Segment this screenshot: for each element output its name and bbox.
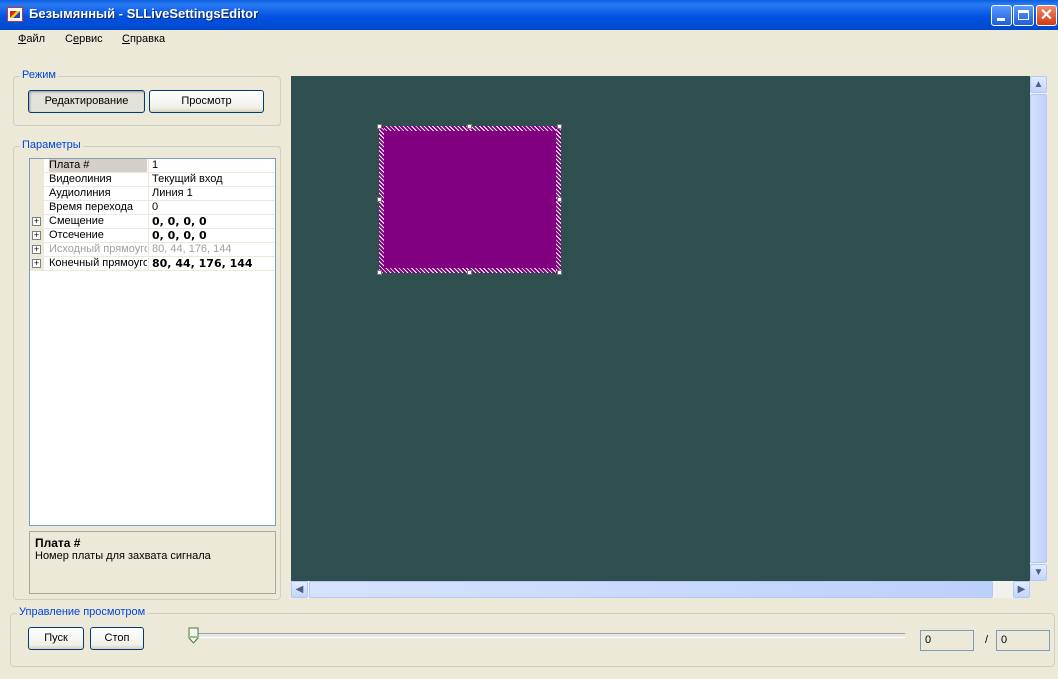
slider-thumb[interactable] (188, 627, 199, 645)
help-title: Плата # (35, 536, 81, 550)
menu-service[interactable]: Сервис (65, 33, 103, 45)
property-row-video-line[interactable]: Видеолиния Текущий вход (30, 173, 275, 187)
property-row-board[interactable]: Плата # 1 (30, 159, 275, 173)
maximize-button[interactable] (1013, 5, 1034, 26)
stop-button[interactable]: Стоп (90, 627, 144, 650)
resize-handle-e[interactable] (557, 197, 562, 202)
window-title: Безымянный - SLLiveSettingsEditor (29, 6, 259, 21)
menu-file[interactable]: Файл (18, 33, 45, 45)
playback-slider[interactable] (195, 633, 905, 638)
vertical-scroll-thumb[interactable] (1030, 94, 1047, 563)
horizontal-scroll-thumb[interactable] (309, 581, 993, 598)
resize-handle-w[interactable] (377, 197, 382, 202)
expand-icon[interactable]: + (32, 217, 41, 226)
expand-icon[interactable]: + (32, 259, 41, 268)
property-row-source-rect[interactable]: + Исходный прямоугольник 80, 44, 176, 14… (30, 243, 275, 257)
horizontal-scrollbar[interactable]: ◀ ▶ (291, 581, 1030, 598)
scroll-down-icon[interactable]: ▼ (1030, 564, 1047, 581)
edit-mode-button[interactable]: Редактирование (28, 90, 145, 113)
resize-handle-sw[interactable] (377, 270, 382, 275)
play-button[interactable]: Пуск (28, 627, 84, 650)
scroll-corner (1030, 581, 1047, 598)
resize-handle-n[interactable] (467, 124, 472, 129)
property-row-offset[interactable]: + Смещение 0, 0, 0, 0 (30, 215, 275, 229)
close-button[interactable]: ✕ (1036, 5, 1057, 26)
property-row-target-rect[interactable]: + Конечный прямоугольник 80, 44, 176, 14… (30, 257, 275, 271)
title-bar[interactable]: Безымянный - SLLiveSettingsEditor ✕ (0, 0, 1058, 30)
total-field[interactable]: 0 (996, 630, 1050, 651)
minimize-icon (997, 18, 1005, 21)
expand-icon[interactable]: + (32, 245, 41, 254)
resize-handle-ne[interactable] (557, 124, 562, 129)
property-row-crop[interactable]: + Отсечение 0, 0, 0, 0 (30, 229, 275, 243)
scroll-left-icon[interactable]: ◀ (291, 581, 308, 598)
view-mode-button[interactable]: Просмотр (149, 90, 264, 113)
property-grid[interactable]: Плата # 1 Видеолиния Текущий вход Аудиол… (29, 158, 276, 526)
position-separator: / (985, 634, 989, 646)
property-row-transition-time[interactable]: Время перехода 0 (30, 201, 275, 215)
mode-group-title: Режим (20, 69, 58, 81)
help-panel: Плата # Номер платы для захвата сигнала (29, 531, 276, 594)
close-icon: ✕ (1039, 7, 1054, 24)
resize-handle-s[interactable] (467, 270, 472, 275)
menu-bar: Файл Сервис Справка (8, 30, 1054, 48)
app-icon[interactable] (7, 7, 23, 22)
resize-handle-nw[interactable] (377, 124, 382, 129)
menu-help[interactable]: Справка (122, 33, 165, 45)
playback-group: Управление просмотром (10, 606, 1055, 667)
resize-handle-se[interactable] (557, 270, 562, 275)
property-row-audio-line[interactable]: Аудиолиния Линия 1 (30, 187, 275, 201)
scroll-up-icon[interactable]: ▲ (1030, 76, 1047, 93)
help-text: Номер платы для захвата сигнала (35, 550, 211, 562)
scroll-right-icon[interactable]: ▶ (1013, 581, 1030, 598)
expand-icon[interactable]: + (32, 231, 41, 240)
playback-group-title: Управление просмотром (17, 606, 148, 618)
minimize-button[interactable] (991, 5, 1012, 26)
position-field[interactable]: 0 (920, 630, 974, 651)
params-group-title: Параметры (20, 139, 83, 151)
vertical-scrollbar[interactable]: ▲ ▼ (1030, 76, 1047, 581)
video-rect-shape[interactable] (379, 126, 561, 273)
maximize-icon (1018, 10, 1029, 20)
